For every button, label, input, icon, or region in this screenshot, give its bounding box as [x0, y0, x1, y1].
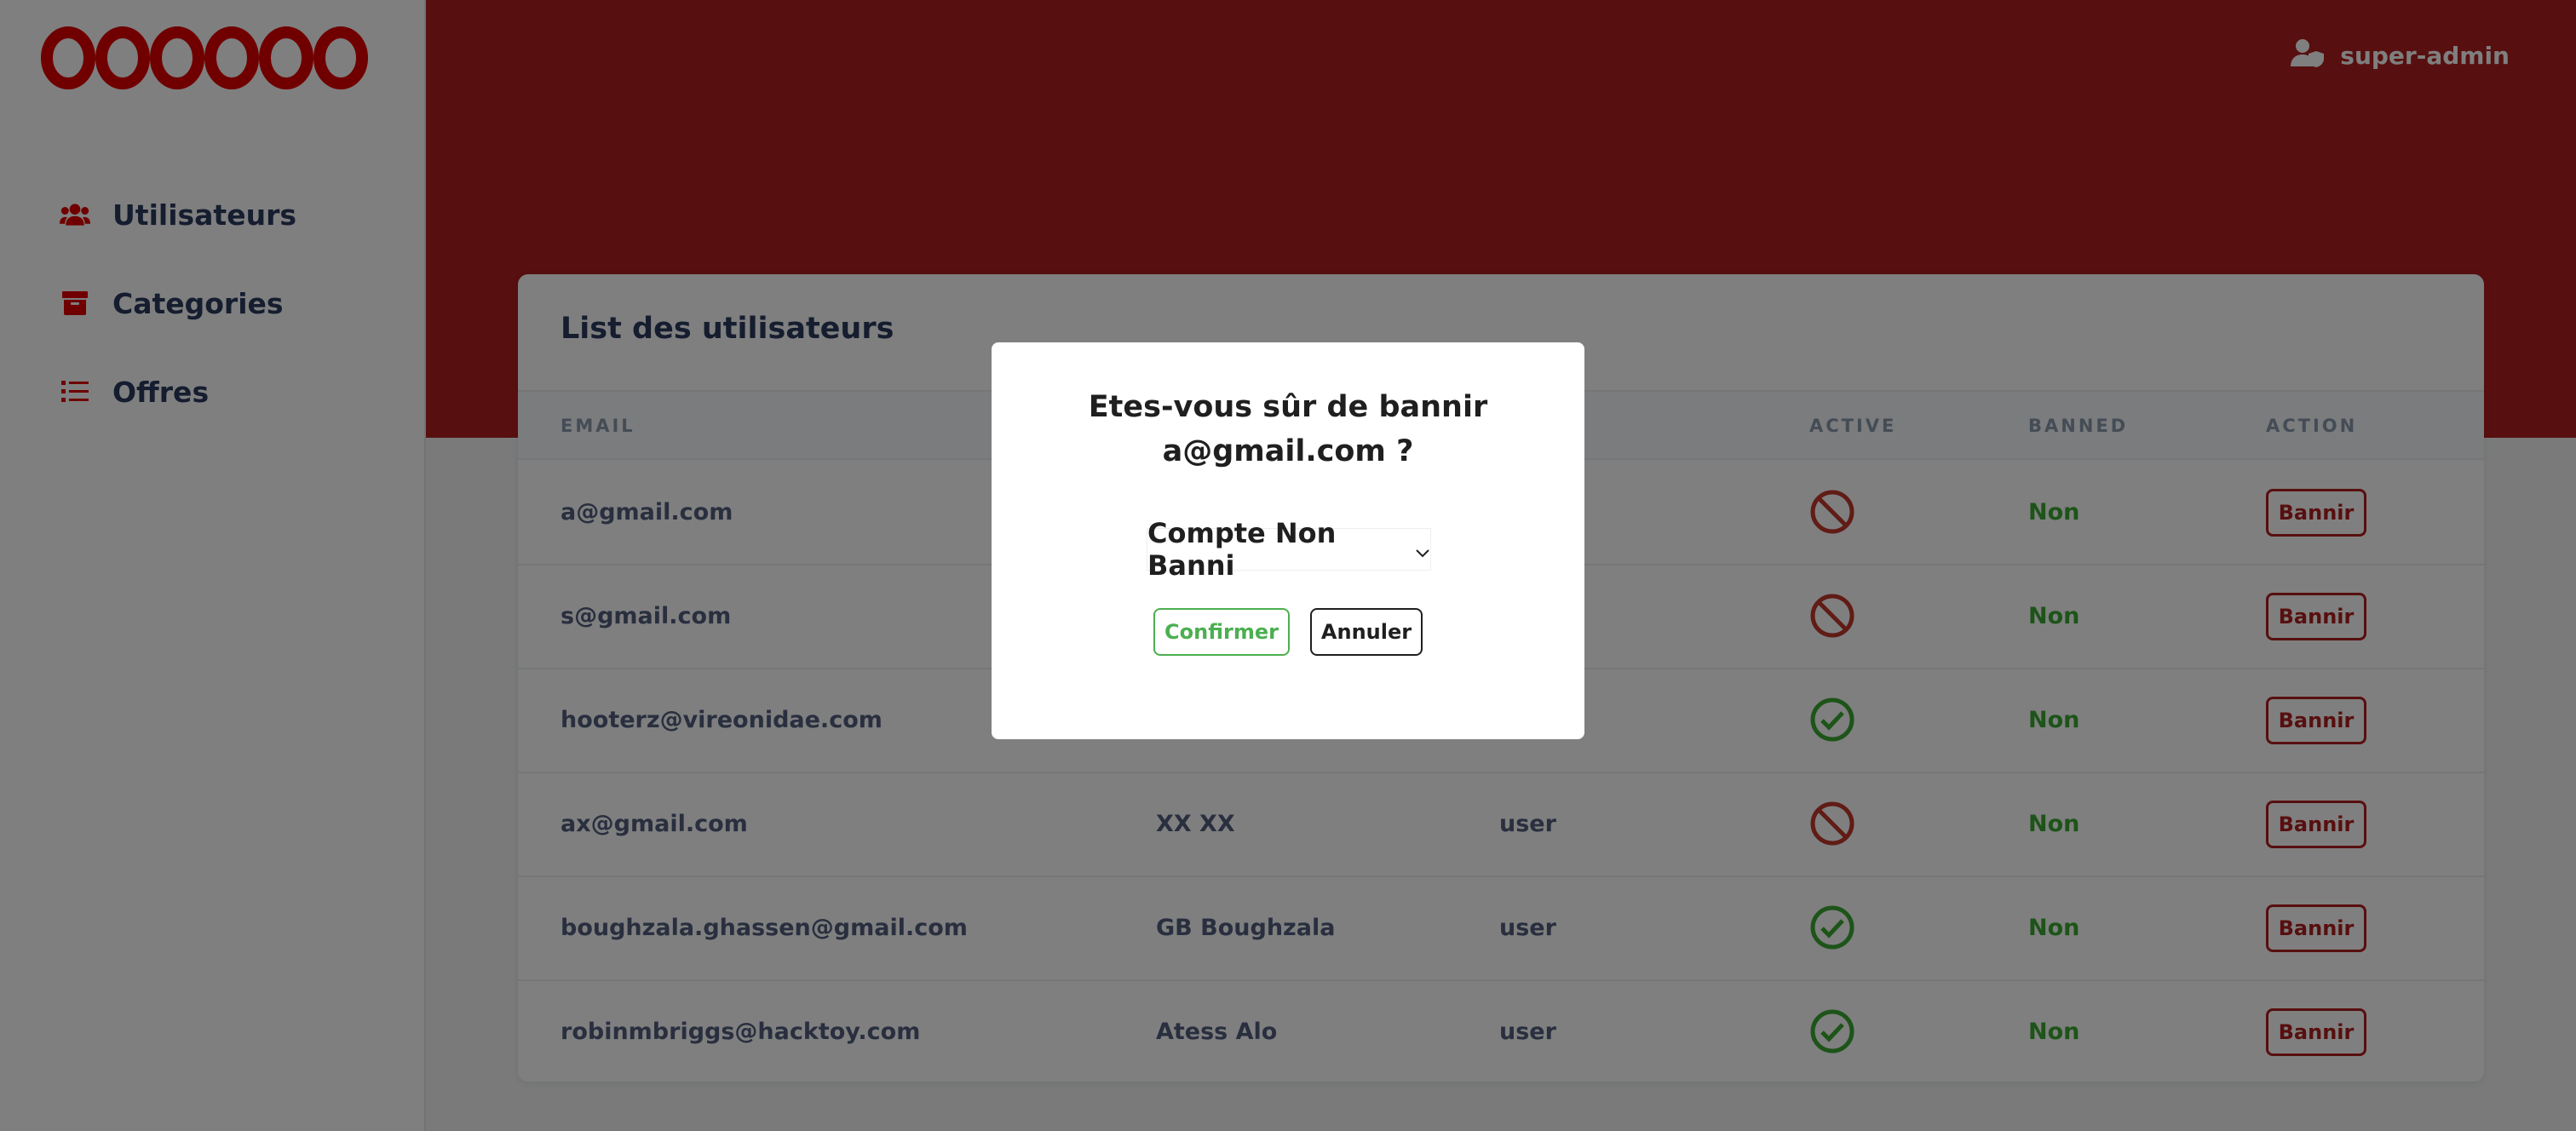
modal-title: Etes-vous sûr de bannir a@gmail.com ? — [992, 385, 1584, 474]
chevron-down-icon — [1415, 533, 1430, 566]
ban-confirmation-modal: Etes-vous sûr de bannir a@gmail.com ? Co… — [992, 342, 1584, 739]
ban-status-select[interactable]: Compte Non Banni — [1147, 517, 1431, 582]
confirm-button[interactable]: Confirmer — [1153, 608, 1290, 656]
select-value: Compte Non Banni — [1147, 517, 1337, 582]
modal-title-line1: Etes-vous sûr de bannir — [1088, 390, 1488, 424]
cancel-button[interactable]: Annuler — [1310, 608, 1423, 656]
modal-title-line2: a@gmail.com ? — [1162, 434, 1414, 468]
